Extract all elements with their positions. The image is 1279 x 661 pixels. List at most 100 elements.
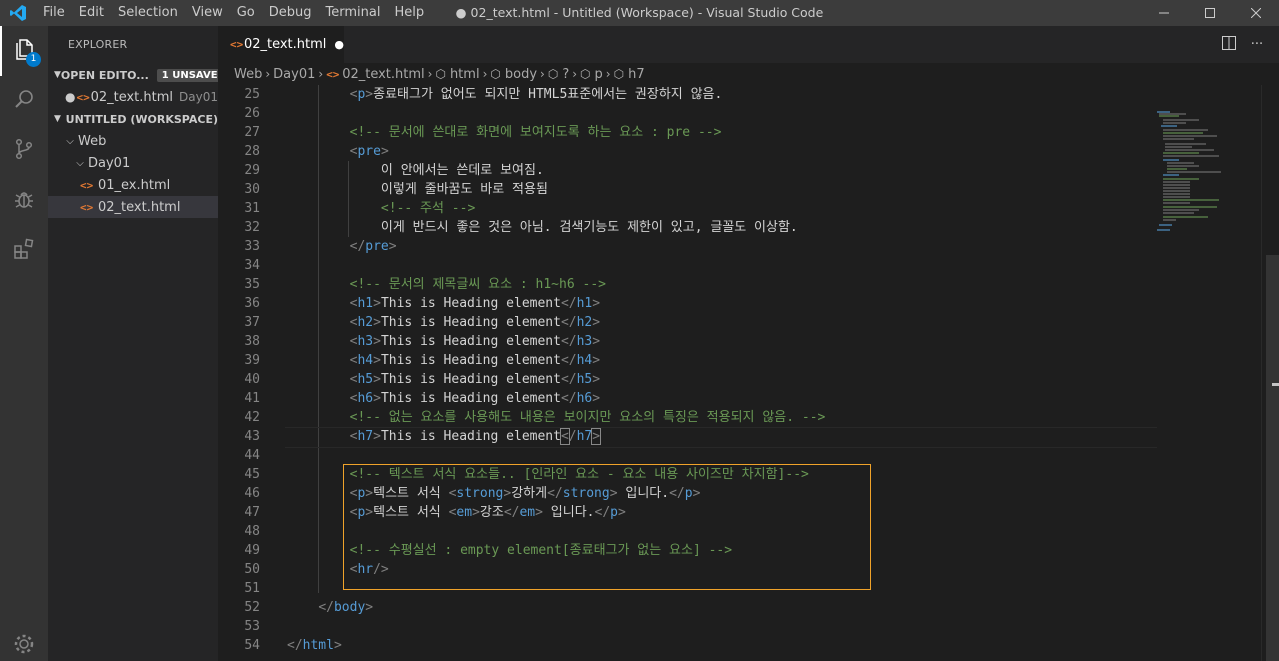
menu-file[interactable]: File xyxy=(36,0,72,26)
tab-label: 02_text.html xyxy=(243,37,327,52)
menu-go[interactable]: Go xyxy=(230,0,262,26)
modified-dot-icon[interactable]: ● xyxy=(64,90,77,104)
code-line: <h4>This is Heading element</h4> xyxy=(349,353,601,368)
minimap[interactable] xyxy=(1155,85,1261,661)
breadcrumb-item[interactable]: Day01 xyxy=(273,67,315,82)
code-editor[interactable]: 25 26 27 28 29 30 31 32 33 34 35 36 37 38 39 40 41 42 43 44… xyxy=(218,85,1261,661)
modified-dot-icon[interactable]: ● xyxy=(334,38,344,51)
minimap-line xyxy=(1163,129,1208,131)
minimap-line xyxy=(1159,115,1179,117)
line-number: 44 xyxy=(244,448,260,463)
minimap-line xyxy=(1163,206,1217,208)
minimap-line xyxy=(1163,181,1190,183)
line-number: 54 xyxy=(244,638,260,653)
menu-debug[interactable]: Debug xyxy=(262,0,319,26)
vertical-scrollbar[interactable] xyxy=(1261,85,1279,661)
line-number: 42 xyxy=(244,410,260,425)
breadcrumb-item[interactable]: 02_text.html xyxy=(342,67,424,82)
more-actions-icon[interactable]: ··· xyxy=(1243,37,1271,52)
minimap-line xyxy=(1163,184,1190,186)
code-line: <hr/> xyxy=(349,562,389,577)
code-line: <h6>This is Heading element</h6> xyxy=(349,391,601,406)
code-line: <!-- 문서의 제목글씨 요소 : h1~h6 --> xyxy=(349,277,606,292)
manage-activity[interactable] xyxy=(0,621,48,661)
chevron-right-icon: › xyxy=(572,67,578,81)
line-number: 33 xyxy=(244,239,260,254)
code-line: <!-- 없는 요소를 사용해도 내용은 보이지만 요소의 특징은 적용되지 않… xyxy=(349,410,826,425)
breadcrumb-item[interactable]: p xyxy=(595,67,603,82)
menu-view[interactable]: View xyxy=(185,0,230,26)
code-line: </pre> xyxy=(349,239,397,254)
code-line: <!-- 텍스트 서식 요소들.. [인라인 요소 - 요소 내용 사이즈만 차… xyxy=(349,467,809,482)
line-number: 25 xyxy=(244,87,260,102)
workspace-section[interactable]: ▼ UNTITLED (WORKSPACE) xyxy=(48,108,218,130)
minimap-line xyxy=(1163,122,1187,124)
search-activity[interactable] xyxy=(0,76,48,126)
element-icon: ⬡ xyxy=(490,67,501,81)
minimap-line xyxy=(1167,165,1200,167)
code-line: <p>종료태그가 없어도 되지만 HTML5표준에서는 권장하지 않음. xyxy=(349,87,723,102)
scrollbar-thumb[interactable] xyxy=(1266,255,1279,661)
breadcrumb-item[interactable]: Web xyxy=(234,67,262,82)
minimap-line xyxy=(1167,162,1194,164)
line-number: 47 xyxy=(244,505,260,520)
menu-edit[interactable]: Edit xyxy=(72,0,111,26)
explorer-sidebar: EXPLORER ▼ OPEN EDITO... 1 UNSAVED ● <> … xyxy=(48,26,231,661)
code-lines[interactable]: <p>종료태그가 없어도 되지만 HTML5표준에서는 권장하지 않음. <!-… xyxy=(285,85,1247,655)
breadcrumb-item[interactable]: ? xyxy=(562,67,569,82)
code-line: </body> xyxy=(318,600,374,615)
element-icon: ⬡ xyxy=(613,67,625,81)
breadcrumb-item[interactable]: body xyxy=(505,67,537,82)
tree-folder-day01[interactable]: ⌵ Day01 xyxy=(48,152,218,174)
tree-folder-web[interactable]: ⌵ Web xyxy=(48,130,218,152)
workspace-label: UNTITLED (WORKSPACE) xyxy=(65,112,218,126)
breadcrumb-item[interactable]: h7 xyxy=(628,67,645,82)
menu-help[interactable]: Help xyxy=(387,0,431,26)
extensions-activity[interactable] xyxy=(0,226,48,276)
editor-tabs: <> 02_text.html ● ··· xyxy=(218,26,1279,63)
title-bar: File Edit Selection View Go Debug Termin… xyxy=(0,0,1279,26)
tab-02_text[interactable]: <> 02_text.html ● xyxy=(218,26,344,63)
gear-icon xyxy=(12,632,36,660)
menu-terminal[interactable]: Terminal xyxy=(319,0,388,26)
line-number: 34 xyxy=(244,258,260,273)
open-editor-item[interactable]: ● <> 02_text.html Day01 xyxy=(48,86,218,108)
breadcrumb-item[interactable]: html xyxy=(450,67,480,82)
line-number-gutter: 25 26 27 28 29 30 31 32 33 34 35 36 37 38 39 40 41 42 43 44… xyxy=(218,85,278,655)
menu-selection[interactable]: Selection xyxy=(111,0,185,26)
chevron-down-icon: ▼ xyxy=(54,114,61,124)
tree-file-02_text[interactable]: <> 02_text.html xyxy=(48,196,218,218)
line-number: 43 xyxy=(244,429,260,444)
line-number: 39 xyxy=(244,353,260,368)
minimap-line xyxy=(1165,149,1214,151)
open-editors-section[interactable]: ▼ OPEN EDITO... 1 UNSAVED xyxy=(48,64,231,86)
code-line: <p>텍스트 서식 <strong>강하게</strong> 입니다.</p> xyxy=(349,486,701,501)
explorer-activity[interactable]: 1 xyxy=(0,26,48,76)
minimap-line xyxy=(1163,199,1219,201)
window-controls xyxy=(1141,0,1279,26)
minimap-line xyxy=(1165,143,1207,145)
minimap-line xyxy=(1163,135,1217,137)
minimize-icon[interactable] xyxy=(1141,0,1187,26)
tree-file-01_ex[interactable]: <> 01_ex.html xyxy=(48,174,218,196)
activity-bar: 1 xyxy=(0,26,48,661)
chevron-right-icon: › xyxy=(427,67,433,81)
minimap-line xyxy=(1163,212,1194,214)
maximize-icon[interactable] xyxy=(1187,0,1233,26)
chevron-right-icon: › xyxy=(265,67,271,81)
html-file-icon: <> xyxy=(326,67,340,81)
close-icon[interactable] xyxy=(1233,0,1279,26)
line-number: 31 xyxy=(244,201,260,216)
line-number: 46 xyxy=(244,486,260,501)
minimap-line xyxy=(1159,224,1172,226)
debug-activity[interactable] xyxy=(0,176,48,226)
source-control-activity[interactable] xyxy=(0,126,48,176)
tree-folder-label: Web xyxy=(78,133,107,149)
split-editor-icon[interactable] xyxy=(1215,35,1243,54)
extensions-icon xyxy=(12,237,36,265)
code-line: <pre> xyxy=(349,144,389,159)
html-file-icon: <> xyxy=(230,38,244,51)
